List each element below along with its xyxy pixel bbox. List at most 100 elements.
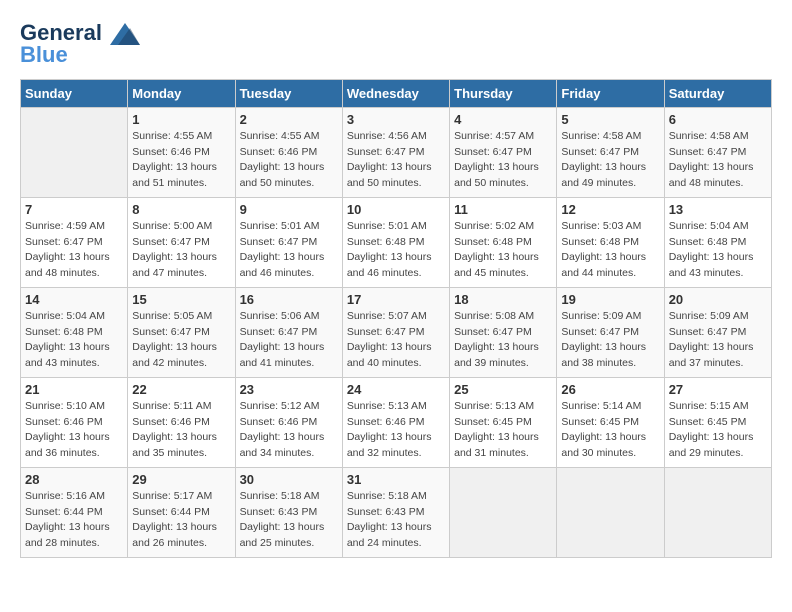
calendar-cell: 24Sunrise: 5:13 AMSunset: 6:46 PMDayligh… bbox=[342, 377, 449, 467]
day-number: 13 bbox=[669, 202, 767, 217]
day-number: 4 bbox=[454, 112, 552, 127]
calendar-cell: 14 Sunrise: 5:04 AMSunset: 6:48 PMDayligh… bbox=[21, 287, 128, 377]
day-number: 6 bbox=[669, 112, 767, 127]
day-info: Sunrise: 4:55 AMSunset: 6:46 PMDaylight:… bbox=[240, 129, 338, 192]
calendar-cell: 26 Sunrise: 5:14 AMSunset: 6:45 PMDayligh… bbox=[557, 377, 664, 467]
calendar-cell bbox=[450, 467, 557, 557]
day-info: Sunrise: 4:58 AMSunset: 6:47 PMDaylight:… bbox=[669, 129, 767, 192]
logo: General Blue bbox=[20, 20, 140, 69]
day-number: 15 bbox=[132, 292, 230, 307]
col-header-tuesday: Tuesday bbox=[235, 79, 342, 107]
day-number: 31 bbox=[347, 472, 445, 487]
day-info: Sunrise: 5:00 AMSunset: 6:47 PMDaylight:… bbox=[132, 219, 230, 282]
day-info: Sunrise: 5:02 AMSunset: 6:48 PMDaylight:… bbox=[454, 219, 552, 282]
calendar-week-1: 1Sunrise: 4:55 AMSunset: 6:46 PMDaylight… bbox=[21, 107, 772, 197]
calendar-cell: 3Sunrise: 4:56 AMSunset: 6:47 PMDaylight… bbox=[342, 107, 449, 197]
calendar-cell: 7 Sunrise: 4:59 AMSunset: 6:47 PMDaylight… bbox=[21, 197, 128, 287]
day-number: 19 bbox=[561, 292, 659, 307]
day-info: Sunrise: 5:07 AMSunset: 6:47 PMDaylight:… bbox=[347, 309, 445, 372]
calendar-cell: 17Sunrise: 5:07 AMSunset: 6:47 PMDayligh… bbox=[342, 287, 449, 377]
day-number: 25 bbox=[454, 382, 552, 397]
day-number: 2 bbox=[240, 112, 338, 127]
day-number: 23 bbox=[240, 382, 338, 397]
calendar-cell bbox=[664, 467, 771, 557]
day-info: Sunrise: 5:05 AMSunset: 6:47 PMDaylight:… bbox=[132, 309, 230, 372]
calendar-cell: 21 Sunrise: 5:10 AMSunset: 6:46 PMDayligh… bbox=[21, 377, 128, 467]
day-info: Sunrise: 5:12 AMSunset: 6:46 PMDaylight:… bbox=[240, 399, 338, 462]
calendar-cell bbox=[21, 107, 128, 197]
calendar-cell: 4 Sunrise: 4:57 AMSunset: 6:47 PMDaylight… bbox=[450, 107, 557, 197]
day-number: 3 bbox=[347, 112, 445, 127]
day-info: Sunrise: 4:57 AMSunset: 6:47 PMDaylight:… bbox=[454, 129, 552, 192]
calendar-cell: 5Sunrise: 4:58 AMSunset: 6:47 PMDaylight… bbox=[557, 107, 664, 197]
calendar-cell: 30 Sunrise: 5:18 AMSunset: 6:43 PMDayligh… bbox=[235, 467, 342, 557]
day-info: Sunrise: 5:08 AMSunset: 6:47 PMDaylight:… bbox=[454, 309, 552, 372]
calendar-cell: 6 Sunrise: 4:58 AMSunset: 6:47 PMDaylight… bbox=[664, 107, 771, 197]
day-info: Sunrise: 5:03 AMSunset: 6:48 PMDaylight:… bbox=[561, 219, 659, 282]
day-info: Sunrise: 5:14 AMSunset: 6:45 PMDaylight:… bbox=[561, 399, 659, 462]
calendar-table: SundayMondayTuesdayWednesdayThursdayFrid… bbox=[20, 79, 772, 558]
calendar-week-5: 28Sunrise: 5:16 AMSunset: 6:44 PMDayligh… bbox=[21, 467, 772, 557]
day-number: 12 bbox=[561, 202, 659, 217]
calendar-cell: 8Sunrise: 5:00 AMSunset: 6:47 PMDaylight… bbox=[128, 197, 235, 287]
header-row: SundayMondayTuesdayWednesdayThursdayFrid… bbox=[21, 79, 772, 107]
calendar-cell: 2 Sunrise: 4:55 AMSunset: 6:46 PMDaylight… bbox=[235, 107, 342, 197]
day-number: 27 bbox=[669, 382, 767, 397]
day-number: 16 bbox=[240, 292, 338, 307]
day-info: Sunrise: 5:18 AMSunset: 6:43 PMDaylight:… bbox=[240, 489, 338, 552]
calendar-cell: 22 Sunrise: 5:11 AMSunset: 6:46 PMDayligh… bbox=[128, 377, 235, 467]
day-number: 24 bbox=[347, 382, 445, 397]
day-number: 5 bbox=[561, 112, 659, 127]
calendar-week-3: 14 Sunrise: 5:04 AMSunset: 6:48 PMDayligh… bbox=[21, 287, 772, 377]
col-header-saturday: Saturday bbox=[664, 79, 771, 107]
col-header-friday: Friday bbox=[557, 79, 664, 107]
day-number: 10 bbox=[347, 202, 445, 217]
calendar-cell: 29 Sunrise: 5:17 AMSunset: 6:44 PMDayligh… bbox=[128, 467, 235, 557]
calendar-cell: 13 Sunrise: 5:04 AMSunset: 6:48 PMDayligh… bbox=[664, 197, 771, 287]
calendar-cell: 18 Sunrise: 5:08 AMSunset: 6:47 PMDayligh… bbox=[450, 287, 557, 377]
logo-text: General Blue bbox=[20, 20, 140, 69]
col-header-sunday: Sunday bbox=[21, 79, 128, 107]
day-number: 9 bbox=[240, 202, 338, 217]
day-number: 26 bbox=[561, 382, 659, 397]
day-info: Sunrise: 5:18 AMSunset: 6:43 PMDaylight:… bbox=[347, 489, 445, 552]
calendar-cell: 20Sunrise: 5:09 AMSunset: 6:47 PMDayligh… bbox=[664, 287, 771, 377]
day-info: Sunrise: 5:11 AMSunset: 6:46 PMDaylight:… bbox=[132, 399, 230, 462]
day-number: 29 bbox=[132, 472, 230, 487]
calendar-cell: 19Sunrise: 5:09 AMSunset: 6:47 PMDayligh… bbox=[557, 287, 664, 377]
day-info: Sunrise: 5:10 AMSunset: 6:46 PMDaylight:… bbox=[25, 399, 123, 462]
col-header-thursday: Thursday bbox=[450, 79, 557, 107]
day-info: Sunrise: 5:06 AMSunset: 6:47 PMDaylight:… bbox=[240, 309, 338, 372]
day-info: Sunrise: 4:59 AMSunset: 6:47 PMDaylight:… bbox=[25, 219, 123, 282]
calendar-cell: 15 Sunrise: 5:05 AMSunset: 6:47 PMDayligh… bbox=[128, 287, 235, 377]
calendar-cell: 9 Sunrise: 5:01 AMSunset: 6:47 PMDaylight… bbox=[235, 197, 342, 287]
day-number: 30 bbox=[240, 472, 338, 487]
day-info: Sunrise: 5:01 AMSunset: 6:48 PMDaylight:… bbox=[347, 219, 445, 282]
day-number: 18 bbox=[454, 292, 552, 307]
calendar-cell: 1Sunrise: 4:55 AMSunset: 6:46 PMDaylight… bbox=[128, 107, 235, 197]
day-info: Sunrise: 5:13 AMSunset: 6:45 PMDaylight:… bbox=[454, 399, 552, 462]
calendar-cell: 16 Sunrise: 5:06 AMSunset: 6:47 PMDayligh… bbox=[235, 287, 342, 377]
calendar-cell: 12 Sunrise: 5:03 AMSunset: 6:48 PMDayligh… bbox=[557, 197, 664, 287]
calendar-cell bbox=[557, 467, 664, 557]
calendar-cell: 10 Sunrise: 5:01 AMSunset: 6:48 PMDayligh… bbox=[342, 197, 449, 287]
day-info: Sunrise: 5:09 AMSunset: 6:47 PMDaylight:… bbox=[669, 309, 767, 372]
calendar-cell: 11 Sunrise: 5:02 AMSunset: 6:48 PMDayligh… bbox=[450, 197, 557, 287]
day-info: Sunrise: 5:04 AMSunset: 6:48 PMDaylight:… bbox=[25, 309, 123, 372]
day-number: 21 bbox=[25, 382, 123, 397]
col-header-wednesday: Wednesday bbox=[342, 79, 449, 107]
day-number: 14 bbox=[25, 292, 123, 307]
logo-icon bbox=[110, 23, 140, 45]
day-info: Sunrise: 5:04 AMSunset: 6:48 PMDaylight:… bbox=[669, 219, 767, 282]
calendar-cell: 23 Sunrise: 5:12 AMSunset: 6:46 PMDayligh… bbox=[235, 377, 342, 467]
day-info: Sunrise: 5:15 AMSunset: 6:45 PMDaylight:… bbox=[669, 399, 767, 462]
day-number: 7 bbox=[25, 202, 123, 217]
calendar-cell: 31 Sunrise: 5:18 AMSunset: 6:43 PMDayligh… bbox=[342, 467, 449, 557]
day-info: Sunrise: 5:01 AMSunset: 6:47 PMDaylight:… bbox=[240, 219, 338, 282]
calendar-cell: 27 Sunrise: 5:15 AMSunset: 6:45 PMDayligh… bbox=[664, 377, 771, 467]
day-number: 28 bbox=[25, 472, 123, 487]
day-info: Sunrise: 5:17 AMSunset: 6:44 PMDaylight:… bbox=[132, 489, 230, 552]
day-info: Sunrise: 4:55 AMSunset: 6:46 PMDaylight:… bbox=[132, 129, 230, 192]
day-number: 11 bbox=[454, 202, 552, 217]
day-number: 22 bbox=[132, 382, 230, 397]
